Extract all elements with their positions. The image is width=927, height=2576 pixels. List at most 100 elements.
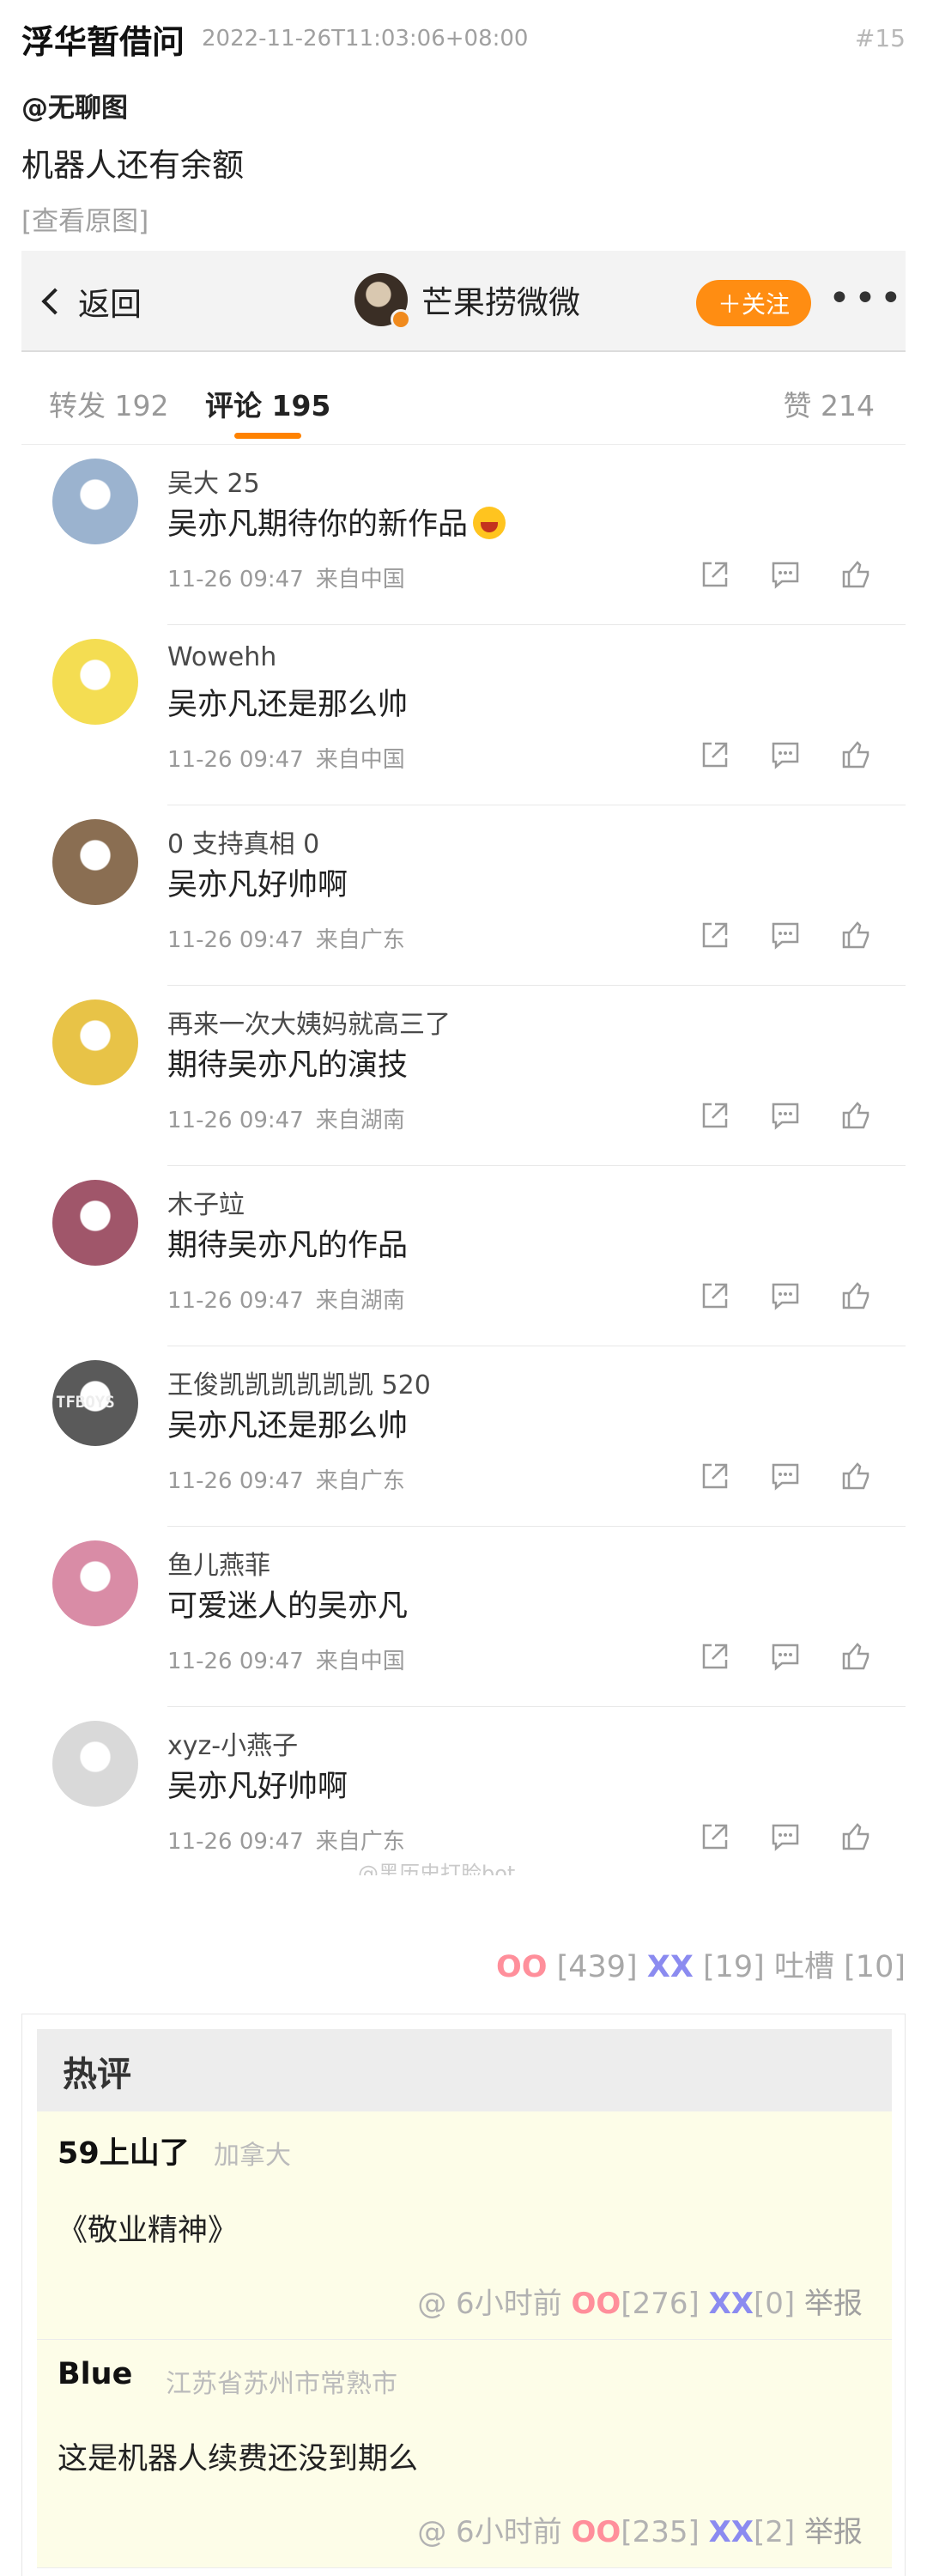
verified-badge-icon [391, 309, 411, 330]
share-icon[interactable] [700, 1642, 730, 1671]
thumbs-up-icon[interactable] [841, 1101, 870, 1130]
post-author[interactable]: 浮华暂借问 [21, 15, 185, 63]
tucao-button[interactable]: 吐槽 [774, 1950, 834, 1984]
avatar[interactable] [52, 999, 138, 1085]
more-icon[interactable]: ••• [828, 276, 906, 320]
avatar[interactable] [52, 819, 138, 905]
tab-like[interactable]: 赞 214 [784, 383, 875, 424]
oo-button[interactable]: OO [496, 1950, 548, 1984]
comment-icon[interactable] [771, 1281, 800, 1310]
hot-comment-time[interactable]: @ 6小时前 [417, 2287, 561, 2321]
comment-text: 期待吴亦凡的演技 [167, 1048, 409, 1083]
comment-username[interactable]: xyz-小燕子 [167, 1724, 298, 1762]
comment-item: 木子竝 期待吴亦凡的作品 11-26 09:47 来自湖南 [21, 1166, 906, 1346]
comment-username[interactable]: 0 支持真相 0 [167, 823, 319, 860]
comment-icon[interactable] [771, 1822, 800, 1851]
hot-comment-meta: @ 6小时前 OO[276] XX[0] 举报 [417, 2280, 863, 2322]
back-label: 返回 [78, 286, 142, 323]
oo-button[interactable]: OO [572, 2287, 621, 2321]
xx-button[interactable]: XX [709, 2287, 754, 2321]
share-icon[interactable] [700, 740, 730, 769]
thumbs-up-icon[interactable] [841, 1822, 870, 1851]
comment-meta: 11-26 09:47 来自中国 [167, 742, 405, 774]
comment-meta: 11-26 09:47 来自湖南 [167, 1283, 405, 1315]
hot-comment-author[interactable]: Blue [58, 2357, 132, 2391]
comment-time: 11-26 09:47 [167, 747, 304, 773]
oo-count: [235] [621, 2515, 700, 2549]
comment-text: 吴亦凡期待你的新作品 [167, 500, 506, 544]
comment-time: 11-26 09:47 [167, 1468, 304, 1494]
oo-button[interactable]: OO [572, 2515, 621, 2549]
comment-time: 11-26 09:47 [167, 927, 304, 953]
xx-count: [2] [754, 2515, 796, 2549]
thumbs-up-icon[interactable] [841, 740, 870, 769]
comment-icon[interactable] [771, 1642, 800, 1671]
share-icon[interactable] [700, 1822, 730, 1851]
comment-location: 来自中国 [315, 567, 405, 592]
comment-icon[interactable] [771, 740, 800, 769]
comment-text: 吴亦凡还是那么帅 [167, 1409, 409, 1443]
tab-comment[interactable]: 评论 195 [205, 383, 330, 424]
back-button[interactable]: 返回 [41, 278, 142, 325]
hot-comments-inner: 热评 59上山了 加拿大 《敬业精神》 @ 6小时前 OO[276] XX[0]… [37, 2029, 892, 2576]
xx-count: [0] [754, 2287, 796, 2321]
thumbs-up-icon[interactable] [841, 1461, 870, 1491]
comment-icon[interactable] [771, 1101, 800, 1130]
comment-icon[interactable] [771, 920, 800, 950]
avatar[interactable] [52, 1721, 138, 1807]
thumbs-up-icon[interactable] [841, 560, 870, 589]
comment-username[interactable]: Wowehh [167, 642, 276, 672]
comment-location: 来自湖南 [315, 1288, 405, 1314]
comment-icon[interactable] [771, 560, 800, 589]
comment-username[interactable]: 木子竝 [167, 1183, 245, 1221]
post-mention[interactable]: @无聊图 [21, 86, 128, 125]
hot-comments-title: 热评 [37, 2029, 892, 2111]
comment-time: 11-26 09:47 [167, 1288, 304, 1314]
share-icon[interactable] [700, 1281, 730, 1310]
comment-location: 来自中国 [315, 1649, 405, 1674]
post-number[interactable]: #15 [855, 24, 906, 52]
avatar[interactable] [52, 1180, 138, 1266]
share-icon[interactable] [700, 1461, 730, 1491]
report-button[interactable]: 举报 [804, 2515, 863, 2549]
post-timestamp: 2022-11-26T11:03:06+08:00 [202, 26, 529, 52]
weibo-user-name: 芒果捞微微 [421, 284, 580, 321]
comment-location: 来自广东 [315, 927, 405, 953]
follow-button[interactable]: ＋关注 [696, 280, 811, 326]
comment-icon[interactable] [771, 1461, 800, 1491]
comment-username[interactable]: 王俊凯凯凯凯凯凯 520 [167, 1364, 431, 1401]
weibo-user[interactable]: 芒果捞微微 [354, 273, 580, 330]
comment-username[interactable]: 再来一次大姨妈就高三了 [167, 1003, 451, 1041]
hot-comment-time[interactable]: @ 6小时前 [417, 2515, 561, 2549]
hot-comment-author[interactable]: 59上山了 [58, 2129, 190, 2172]
hot-comment-location: 加拿大 [214, 2141, 291, 2171]
comment-text: 可爱迷人的吴亦凡 [167, 1589, 409, 1624]
post-text: 机器人还有余额 [21, 147, 244, 184]
comment-username[interactable]: 鱼儿燕菲 [167, 1544, 270, 1582]
avatar[interactable] [52, 639, 138, 725]
comment-text: 吴亦凡还是那么帅 [167, 688, 409, 722]
thumbs-up-icon[interactable] [841, 1281, 870, 1310]
watermark: @黑历史打脸bot [358, 1862, 516, 1875]
share-icon[interactable] [700, 920, 730, 950]
comment-item: 0 支持真相 0 吴亦凡好帅啊 11-26 09:47 来自广东 [21, 805, 906, 986]
hot-comment-text: 这是机器人续费还没到期么 [58, 2442, 419, 2476]
tab-repost[interactable]: 转发 192 [49, 383, 168, 424]
thumbs-up-icon[interactable] [841, 1642, 870, 1671]
share-icon[interactable] [700, 560, 730, 589]
avatar[interactable] [52, 459, 138, 544]
hot-comment: 59上山了 加拿大 《敬业精神》 @ 6小时前 OO[276] XX[0] 举报 [37, 2111, 892, 2340]
view-original-link[interactable]: [查看原图] [21, 199, 148, 238]
chevron-left-icon [41, 288, 69, 315]
comment-time: 11-26 09:47 [167, 567, 304, 592]
thumbs-up-icon[interactable] [841, 920, 870, 950]
share-icon[interactable] [700, 1101, 730, 1130]
comment-username[interactable]: 吴大 25 [167, 462, 260, 500]
xx-button[interactable]: XX [647, 1950, 694, 1984]
avatar[interactable]: TFBOYS [52, 1360, 138, 1446]
xx-button[interactable]: XX [709, 2515, 754, 2549]
report-button[interactable]: 举报 [804, 2287, 863, 2321]
avatar[interactable] [52, 1540, 138, 1626]
comment-list: 吴大 25 吴亦凡期待你的新作品 11-26 09:47 来自中国 Wowehh … [21, 445, 906, 1875]
avatar-label: TFBOYS [56, 1393, 115, 1412]
